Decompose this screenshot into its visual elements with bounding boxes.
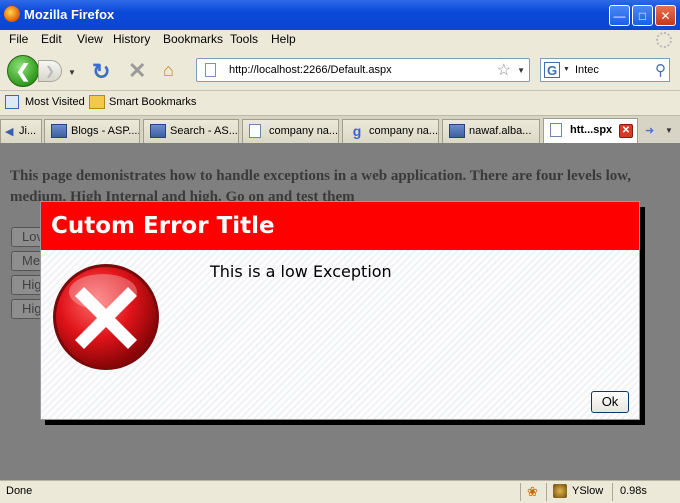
- menu-tools[interactable]: Tools: [230, 32, 258, 46]
- aspnet-icon: [150, 124, 166, 138]
- tab-7-active[interactable]: htt...spx ✕: [543, 118, 638, 144]
- status-separator: [612, 483, 613, 501]
- ok-button[interactable]: Ok: [591, 391, 629, 413]
- google-icon[interactable]: G: [544, 62, 560, 78]
- stop-icon[interactable]: ✕: [128, 58, 146, 84]
- navigation-toolbar: ❮ ❯ ▼ ↻ ✕ ⌂ http://localhost:2266/Defaul…: [0, 50, 680, 90]
- tab-close-icon[interactable]: ✕: [619, 124, 633, 138]
- menu-file[interactable]: File: [9, 32, 28, 46]
- engine-dropdown-icon[interactable]: ▼: [563, 66, 570, 73]
- modal-header: Cutom Error Title: [41, 202, 639, 250]
- aspnet-icon: [449, 124, 465, 138]
- search-input[interactable]: Intec: [575, 64, 599, 76]
- menu-help[interactable]: Help: [271, 32, 296, 46]
- tab-scroll-right-icon[interactable]: ➜: [645, 124, 654, 137]
- page-icon: [550, 123, 562, 137]
- firebug-icon[interactable]: ❀: [527, 484, 538, 500]
- tab-list-dropdown-icon[interactable]: ▼: [665, 126, 673, 135]
- menu-history[interactable]: History: [113, 32, 150, 46]
- status-separator: [546, 483, 547, 501]
- arrow-left-icon[interactable]: ◀: [5, 125, 13, 138]
- window-title: Mozilla Firefox: [24, 7, 115, 22]
- menu-edit[interactable]: Edit: [41, 32, 62, 46]
- bookmark-most-visited[interactable]: Most Visited: [25, 96, 85, 108]
- tab-label: Blogs - ASP....: [71, 125, 140, 137]
- search-bar[interactable]: G ▼ Intec ⚲: [540, 58, 670, 82]
- yslow-label[interactable]: YSlow: [572, 485, 603, 497]
- page-icon: [205, 63, 216, 77]
- menu-view[interactable]: View: [77, 32, 103, 46]
- close-window-button[interactable]: ✕: [655, 5, 676, 26]
- most-visited-icon: [5, 95, 19, 109]
- window-titlebar: Mozilla Firefox — □ ✕: [0, 0, 680, 30]
- tab-1[interactable]: ◀ Ji...: [0, 119, 42, 143]
- tab-label: company na...: [269, 125, 339, 137]
- modal-message: This is a low Exception: [210, 262, 392, 281]
- tab-2[interactable]: Blogs - ASP....: [44, 119, 140, 143]
- error-icon: [53, 264, 159, 370]
- menu-bar: File Edit View History Bookmarks Tools H…: [0, 30, 680, 50]
- error-modal: Cutom Error Title This is a low Exceptio…: [40, 201, 640, 420]
- status-separator: [520, 483, 521, 501]
- back-button[interactable]: ❮: [7, 55, 39, 87]
- url-bar[interactable]: http://localhost:2266/Default.aspx ☆ ▼: [196, 58, 530, 82]
- tab-6[interactable]: nawaf.alba...: [442, 119, 540, 143]
- bookmark-star-icon[interactable]: ☆: [497, 60, 511, 80]
- tab-label: company na...: [369, 125, 439, 137]
- status-bar: Done ❀ YSlow 0.98s: [0, 480, 680, 503]
- tab-4[interactable]: company na...: [242, 119, 339, 143]
- minimize-button[interactable]: —: [609, 5, 630, 26]
- tab-strip: ◀ Ji... Blogs - ASP.... Search - AS... c…: [0, 115, 680, 144]
- google-icon: g: [352, 123, 362, 139]
- page-icon: [249, 124, 261, 138]
- tab-label: htt...spx: [570, 124, 613, 136]
- maximize-button[interactable]: □: [632, 5, 653, 26]
- throbber-icon: [656, 32, 672, 48]
- modal-title: Cutom Error Title: [51, 213, 275, 239]
- tab-label: nawaf.alba...: [469, 125, 532, 137]
- status-text: Done: [6, 485, 33, 497]
- url-text[interactable]: http://localhost:2266/Default.aspx: [229, 64, 392, 76]
- tab-label: Search - AS...: [170, 125, 238, 137]
- aspnet-icon: [51, 124, 67, 138]
- search-icon[interactable]: ⚲: [655, 61, 666, 79]
- menu-bookmarks[interactable]: Bookmarks: [163, 32, 223, 46]
- tab-5[interactable]: g company na...: [342, 119, 439, 143]
- url-dropdown-icon[interactable]: ▼: [517, 66, 525, 75]
- yslow-icon[interactable]: [553, 484, 567, 498]
- bookmark-smart-bookmarks[interactable]: Smart Bookmarks: [109, 96, 196, 108]
- tab-label: Ji...: [19, 125, 37, 137]
- tab-3[interactable]: Search - AS...: [143, 119, 239, 143]
- folder-icon: [89, 95, 105, 109]
- history-dropdown-icon[interactable]: ▼: [68, 68, 76, 77]
- firefox-logo-icon: [4, 6, 20, 22]
- home-icon[interactable]: ⌂: [163, 60, 174, 81]
- forward-button[interactable]: ❯: [38, 60, 62, 82]
- bookmarks-toolbar: Most Visited Smart Bookmarks: [0, 90, 680, 115]
- load-time: 0.98s: [620, 485, 647, 497]
- reload-icon[interactable]: ↻: [92, 59, 110, 85]
